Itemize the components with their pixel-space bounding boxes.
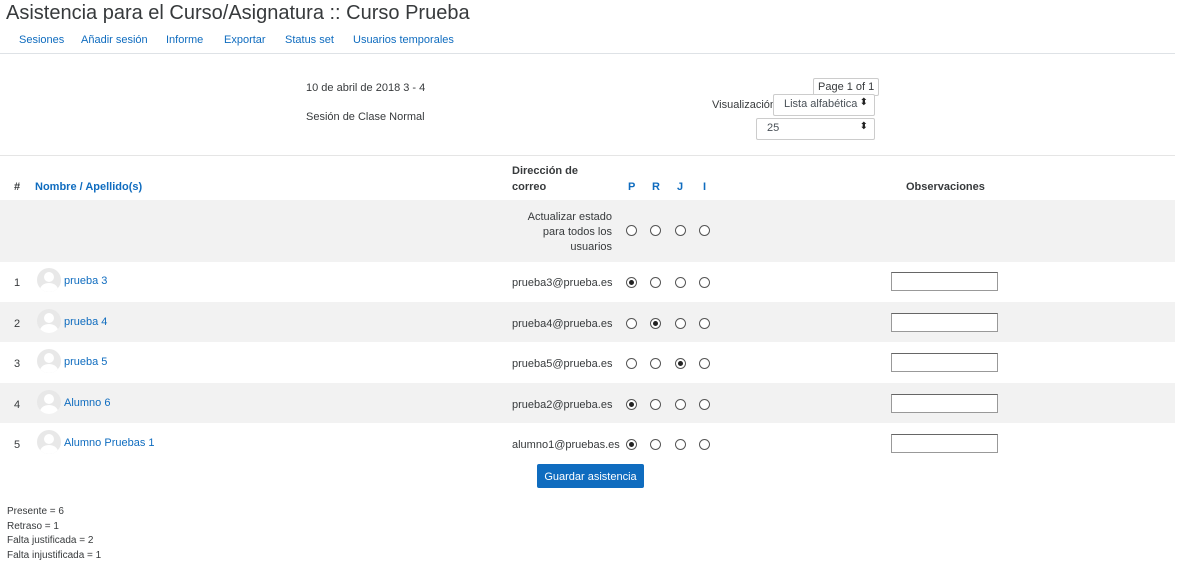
observations-input[interactable] bbox=[891, 353, 998, 372]
row-number: 5 bbox=[14, 439, 21, 451]
row5-radio-r[interactable] bbox=[650, 439, 661, 450]
col-observations: Observaciones bbox=[906, 181, 985, 193]
observations-input[interactable] bbox=[891, 313, 998, 332]
row1-radio-p[interactable] bbox=[626, 277, 637, 288]
col-status-i[interactable]: I bbox=[703, 181, 706, 193]
tab-status-set[interactable]: Status set bbox=[285, 34, 334, 46]
update-all-radio-r[interactable] bbox=[650, 225, 661, 236]
student-email: prueba5@prueba.es bbox=[512, 358, 613, 370]
update-all-radio-p[interactable] bbox=[626, 225, 637, 236]
summary-unexcused: Falta injustificada = 1 bbox=[7, 549, 102, 561]
row3-radio-i[interactable] bbox=[699, 358, 710, 369]
row1-radio-r[interactable] bbox=[650, 277, 661, 288]
row3-radio-j[interactable] bbox=[675, 358, 686, 369]
tab-anadir-sesion[interactable]: Añadir sesión bbox=[81, 34, 148, 46]
tab-exportar[interactable]: Exportar bbox=[224, 34, 266, 46]
view-mode-select[interactable]: Lista alfabética ⬍ bbox=[773, 94, 875, 116]
observations-input[interactable] bbox=[891, 434, 998, 453]
attendance-summary: Presente = 6 Retraso = 1 Falta justifica… bbox=[7, 505, 101, 563]
student-email: prueba2@prueba.es bbox=[512, 399, 613, 411]
student-email: prueba4@prueba.es bbox=[512, 318, 613, 330]
per-page-select[interactable]: 25 ⬍ bbox=[756, 118, 875, 140]
row1-radio-i[interactable] bbox=[699, 277, 710, 288]
row2-radio-j[interactable] bbox=[675, 318, 686, 329]
update-all-radio-j[interactable] bbox=[675, 225, 686, 236]
row5-radio-j[interactable] bbox=[675, 439, 686, 450]
row4-radio-i[interactable] bbox=[699, 399, 710, 410]
view-mode-value: Lista alfabética bbox=[784, 98, 858, 110]
view-label: Visualización bbox=[712, 99, 777, 111]
per-page-value: 25 bbox=[767, 122, 780, 134]
row2-radio-i[interactable] bbox=[699, 318, 710, 329]
summary-excused: Falta justificada = 2 bbox=[7, 535, 94, 546]
row-number: 4 bbox=[14, 399, 21, 411]
col-status-j[interactable]: J bbox=[677, 181, 683, 193]
row4-radio-j[interactable] bbox=[675, 399, 686, 410]
session-date: 10 de abril de 2018 3 - 4 bbox=[306, 82, 426, 94]
select-arrows-icon: ⬍ bbox=[859, 97, 868, 108]
col-name-sort[interactable]: Nombre / Apellido(s) bbox=[35, 181, 142, 193]
student-email: prueba3@prueba.es bbox=[512, 277, 613, 289]
col-email-line2: correo bbox=[512, 181, 547, 193]
avatar[interactable] bbox=[37, 390, 61, 414]
col-email-line1: Dirección de bbox=[512, 165, 579, 177]
select-arrows-icon: ⬍ bbox=[859, 121, 868, 132]
student-name-link[interactable]: prueba 4 bbox=[64, 316, 107, 328]
tab-informe[interactable]: Informe bbox=[166, 34, 203, 46]
student-name-link[interactable]: Alumno Pruebas 1 bbox=[64, 437, 155, 449]
tab-usuarios-temporales[interactable]: Usuarios temporales bbox=[353, 34, 454, 46]
tab-bar: Sesiones Añadir sesión Informe Exportar … bbox=[0, 34, 1175, 54]
observations-input[interactable] bbox=[891, 394, 998, 413]
page-title: Asistencia para el Curso/Asignatura :: C… bbox=[6, 2, 470, 24]
row-number: 2 bbox=[14, 318, 21, 330]
row4-radio-p[interactable] bbox=[626, 399, 637, 410]
save-attendance-button[interactable]: Guardar asistencia bbox=[537, 464, 644, 488]
row2-radio-p[interactable] bbox=[626, 318, 637, 329]
col-status-r[interactable]: R bbox=[652, 181, 660, 193]
update-all-radio-i[interactable] bbox=[699, 225, 710, 236]
student-name-link[interactable]: prueba 5 bbox=[64, 356, 107, 368]
update-all-label: Actualizar estado para todos los usuario… bbox=[527, 211, 612, 253]
student-name-link[interactable]: prueba 3 bbox=[64, 275, 107, 287]
row-number: 1 bbox=[14, 277, 21, 289]
session-description: Sesión de Clase Normal bbox=[306, 111, 425, 123]
col-number: # bbox=[14, 181, 21, 193]
avatar[interactable] bbox=[37, 309, 61, 333]
summary-late: Retraso = 1 bbox=[7, 520, 59, 532]
row2-radio-r[interactable] bbox=[650, 318, 661, 329]
row3-radio-r[interactable] bbox=[650, 358, 661, 369]
row3-radio-p[interactable] bbox=[626, 358, 637, 369]
divider bbox=[0, 155, 1175, 156]
tab-sesiones[interactable]: Sesiones bbox=[19, 34, 64, 46]
row-number: 3 bbox=[14, 358, 21, 370]
observations-input[interactable] bbox=[891, 272, 998, 291]
row4-radio-r[interactable] bbox=[650, 399, 661, 410]
row5-radio-i[interactable] bbox=[699, 439, 710, 450]
avatar[interactable] bbox=[37, 430, 61, 454]
row1-radio-j[interactable] bbox=[675, 277, 686, 288]
avatar[interactable] bbox=[37, 349, 61, 373]
student-email: alumno1@pruebas.es bbox=[512, 439, 620, 451]
avatar[interactable] bbox=[37, 268, 61, 292]
row5-radio-p[interactable] bbox=[626, 439, 637, 450]
col-status-p[interactable]: P bbox=[628, 181, 635, 193]
student-name-link[interactable]: Alumno 6 bbox=[64, 397, 110, 409]
summary-present: Presente = 6 bbox=[7, 506, 64, 517]
